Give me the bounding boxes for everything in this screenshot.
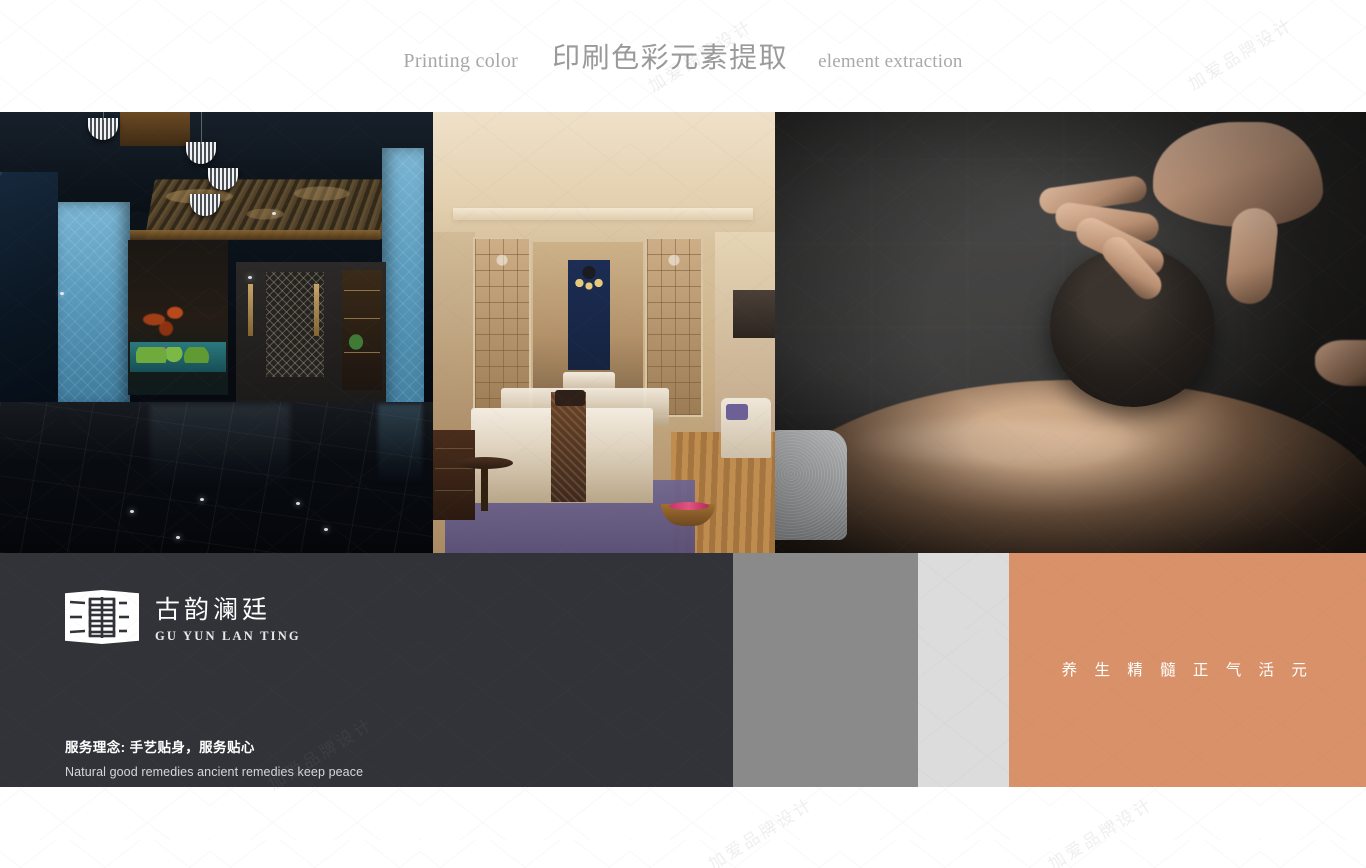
shelf-line (344, 352, 380, 353)
ceiling-wood-trim (130, 230, 380, 240)
purple-cushion (726, 404, 748, 420)
page-header: Printing color 印刷色彩元素提取 element extracti… (0, 0, 1366, 112)
lamp-cord (103, 112, 104, 120)
brand-logo-text: 古韵澜廷 GU YUN LAN TING (155, 590, 301, 644)
lily-pads (136, 347, 220, 363)
photo-strip (0, 112, 1366, 553)
potted-plant (345, 330, 367, 350)
ceiling-wood-beam (120, 112, 190, 146)
brand-name-cn: 古韵澜廷 (155, 596, 272, 624)
floor-light-dot (176, 536, 180, 539)
blue-textured-panel-right (382, 148, 424, 436)
header-element-extraction: element extraction (818, 51, 963, 72)
chandelier (573, 262, 605, 292)
ceiling-downlight (60, 292, 64, 295)
shelf-line (344, 290, 380, 291)
dark-marble-wall (0, 172, 58, 402)
left-wall (433, 232, 475, 462)
round-side-table (457, 457, 513, 515)
brand-slogan: 养 生 精 髓 正 气 活 元 (1061, 662, 1314, 679)
bed-headrest (555, 390, 585, 406)
photo-treatment-room-interior (433, 112, 775, 553)
floor-reflection (150, 404, 290, 514)
brand-name-en: GU YUN LAN TING (155, 629, 301, 643)
swatch-light-gray (918, 553, 1009, 787)
wall-panel-tv (733, 290, 775, 338)
photo-spa-lobby-interior (0, 112, 433, 553)
page-title: 印刷色彩元素提取 (552, 43, 789, 74)
coral-sculpture (136, 297, 196, 342)
blue-textured-panel-left (58, 202, 130, 407)
wall-sconce-right (314, 284, 319, 336)
dresser-drawer-line (435, 448, 473, 449)
color-palette-band: 古韵澜廷 GU YUN LAN TING 服务理念: 手艺贴身，服务贴心 Nat… (0, 553, 1366, 787)
rose-petals (669, 502, 709, 510)
photo-massage-therapy-closeup (775, 112, 1366, 553)
table-leg (481, 467, 488, 511)
wall-sconce-left (248, 284, 253, 336)
watermark-text: 加爱品牌设计 (705, 794, 817, 868)
swatch-terracotta-orange: 养 生 精 髓 正 气 活 元 (1009, 553, 1366, 787)
photo-vignette (775, 112, 1366, 553)
poster-page: Printing color 印刷色彩元素提取 element extracti… (0, 0, 1366, 868)
shelf-line (344, 318, 380, 319)
floor-light-dot (296, 502, 300, 505)
swatch-mid-gray (733, 553, 918, 787)
floor-light-dot (324, 528, 328, 531)
header-printing-color: Printing color (403, 50, 519, 72)
tagline-en: Natural good remedies ancient remedies k… (65, 765, 364, 779)
ceiling-cove (453, 208, 753, 220)
tagline-cn: 服务理念: 手艺贴身，服务贴心 (65, 740, 255, 755)
bed-runner-cloth (551, 392, 586, 502)
brand-tagline: 服务理念: 手艺贴身，服务贴心 Natural good remedies an… (65, 736, 363, 779)
room-ceiling (433, 112, 775, 242)
scroll-book-icon-glyph (69, 597, 129, 638)
ceiling-downlight (272, 212, 276, 215)
floor-light-dot (200, 498, 204, 501)
scroll-book-icon (65, 590, 139, 644)
floor-light-dot (130, 510, 134, 513)
header-title-group: Printing color 印刷色彩元素提取 element extracti… (403, 36, 962, 76)
swatch-dark-charcoal: 古韵澜廷 GU YUN LAN TING 服务理念: 手艺贴身，服务贴心 Nat… (0, 553, 733, 787)
watermark-text: 加爱品牌设计 (1045, 794, 1157, 868)
floor-reflection-blue (378, 404, 422, 499)
brand-logo: 古韵澜廷 GU YUN LAN TING (65, 590, 301, 644)
lamp-cord (201, 112, 202, 144)
ceiling-downlight (248, 276, 252, 279)
